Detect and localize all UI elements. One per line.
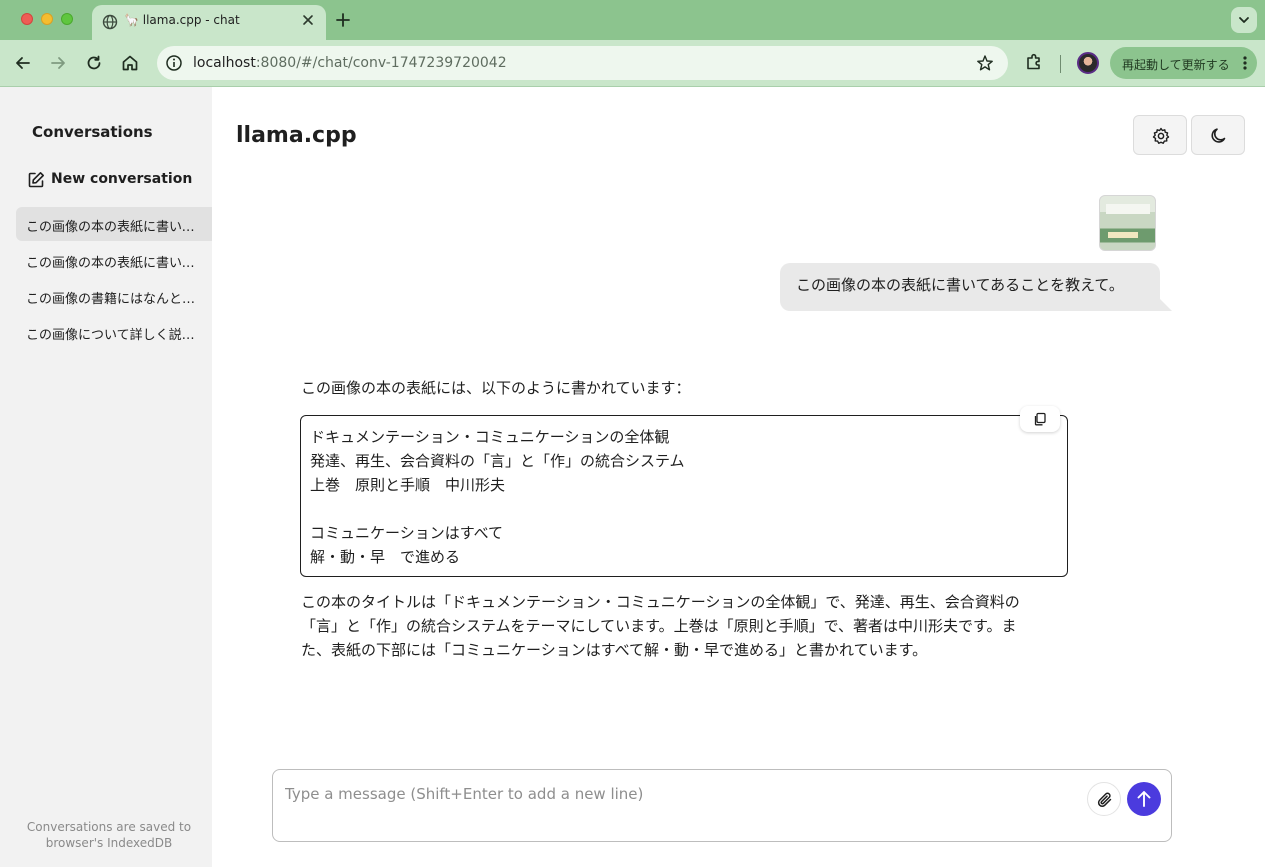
assistant-paragraph-line-1: この本のタイトルは「ドキュメンテーション・コミュニケーションの全体観」で、発達、… — [301, 593, 1020, 611]
globe-icon — [102, 14, 118, 30]
copy-icon — [1034, 412, 1046, 426]
conversation-item-2[interactable]: この画像の本の表紙に書いてあることを教えて。 — [16, 243, 212, 277]
url-path: :8080/#/chat/conv-1747239720042 — [255, 55, 507, 71]
tab-search-button[interactable] — [1231, 7, 1257, 33]
assistant-paragraph-line-2: 「言」と「作」の統合システムをテーマにしています。上巻は「原則と手順」で、著者は… — [301, 617, 1017, 635]
star-icon[interactable] — [976, 54, 994, 76]
code-line-6: 解・動・早 で進める — [310, 548, 461, 566]
copy-code-button[interactable] — [1020, 406, 1060, 432]
reload-icon[interactable] — [83, 52, 105, 74]
assistant-paragraph-line-3: た、表紙の下部には「コミュニケーションはすべて解・動・早で進める」と書かれていま… — [301, 641, 928, 659]
code-block: ドキュメンテーション・コミュニケーションの全体観 発達、再生、会合資料の「言」と… — [300, 406, 1068, 577]
storage-note: Conversations are saved to browser's Ind… — [14, 819, 204, 851]
browser-tabstrip: 🦙 llama.cpp - chat — [0, 0, 1265, 40]
window-zoom-button[interactable] — [61, 13, 73, 25]
close-icon[interactable] — [300, 12, 316, 28]
storage-note-line2: browser's IndexedDB — [45, 836, 173, 850]
code-line-5: コミュニケーションはすべて — [310, 524, 504, 542]
edit-icon — [28, 172, 44, 188]
back-icon[interactable] — [12, 52, 34, 74]
message-input[interactable] — [285, 782, 1075, 806]
code-line-3: 上巻 原則と手順 中川形夫 — [310, 476, 506, 494]
conversations-sidebar: Conversations New conversation この画像の本の表紙… — [0, 87, 212, 867]
book-cover-band — [1106, 204, 1150, 214]
chevron-down-icon — [1239, 17, 1249, 23]
arrow-up-icon — [1137, 791, 1151, 807]
profile-avatar[interactable] — [1077, 52, 1099, 74]
theme-toggle-button[interactable] — [1191, 115, 1245, 155]
conversation-list: この画像の本の表紙に書いてあることを教えて。 この画像の本の表紙に書いてあること… — [16, 207, 212, 351]
user-message-text: この画像の本の表紙に書いてあることを教えて。 — [796, 276, 1124, 294]
attach-file-button[interactable] — [1087, 782, 1121, 816]
settings-button[interactable] — [1133, 115, 1187, 155]
moon-icon — [1211, 128, 1226, 143]
assistant-intro-text: この画像の本の表紙には、以下のように書かれています： — [301, 379, 691, 397]
browser-toolbar: localhost:8080/#/chat/conv-1747239720042… — [0, 40, 1265, 87]
new-conversation-label: New conversation — [51, 171, 193, 187]
more-vert-icon[interactable] — [1241, 55, 1249, 75]
settings-icon — [1152, 127, 1170, 144]
conversation-item-1[interactable]: この画像の本の表紙に書いてあることを教えて。 — [16, 207, 212, 241]
url-text[interactable]: localhost:8080/#/chat/conv-1747239720042 — [193, 55, 507, 71]
info-icon[interactable] — [165, 54, 183, 76]
toolbar-divider — [1060, 55, 1061, 73]
extensions-icon[interactable] — [1023, 51, 1045, 77]
conversation-item-3[interactable]: この画像の書籍にはなんと書いてありますか？ — [16, 279, 212, 313]
user-message-bubble: この画像の本の表紙に書いてあることを教えて。 — [780, 263, 1172, 311]
code-line-2: 発達、再生、会合資料の「言」と「作」の統合システム — [310, 452, 685, 470]
forward-icon[interactable] — [47, 52, 69, 74]
window-close-button[interactable] — [21, 13, 33, 25]
address-bar[interactable]: localhost:8080/#/chat/conv-1747239720042 — [157, 46, 1008, 80]
url-host: localhost — [193, 55, 256, 71]
plus-icon[interactable] — [334, 11, 352, 29]
window-minimize-button[interactable] — [41, 13, 53, 25]
update-button-label: 再起動して更新する — [1122, 58, 1230, 72]
new-conversation-button[interactable]: New conversation — [16, 163, 196, 195]
send-button[interactable] — [1127, 782, 1161, 816]
relaunch-update-button[interactable]: 再起動して更新する — [1110, 47, 1257, 79]
browser-tab-active[interactable]: 🦙 llama.cpp - chat — [92, 5, 326, 40]
sidebar-title: Conversations — [32, 123, 153, 141]
tab-title: 🦙 llama.cpp - chat — [124, 13, 240, 27]
attached-image-thumbnail[interactable] — [1099, 195, 1156, 251]
home-icon[interactable] — [119, 52, 141, 74]
message-composer — [272, 769, 1172, 842]
book-cover-mark — [1108, 232, 1138, 238]
storage-note-line1: Conversations are saved to — [26, 820, 192, 834]
page-title: llama.cpp — [236, 123, 357, 148]
conversation-item-4[interactable]: この画像について詳しく説明してください。 — [16, 315, 212, 349]
code-line-1: ドキュメンテーション・コミュニケーションの全体観 — [310, 428, 670, 446]
paperclip-icon — [1097, 792, 1112, 807]
